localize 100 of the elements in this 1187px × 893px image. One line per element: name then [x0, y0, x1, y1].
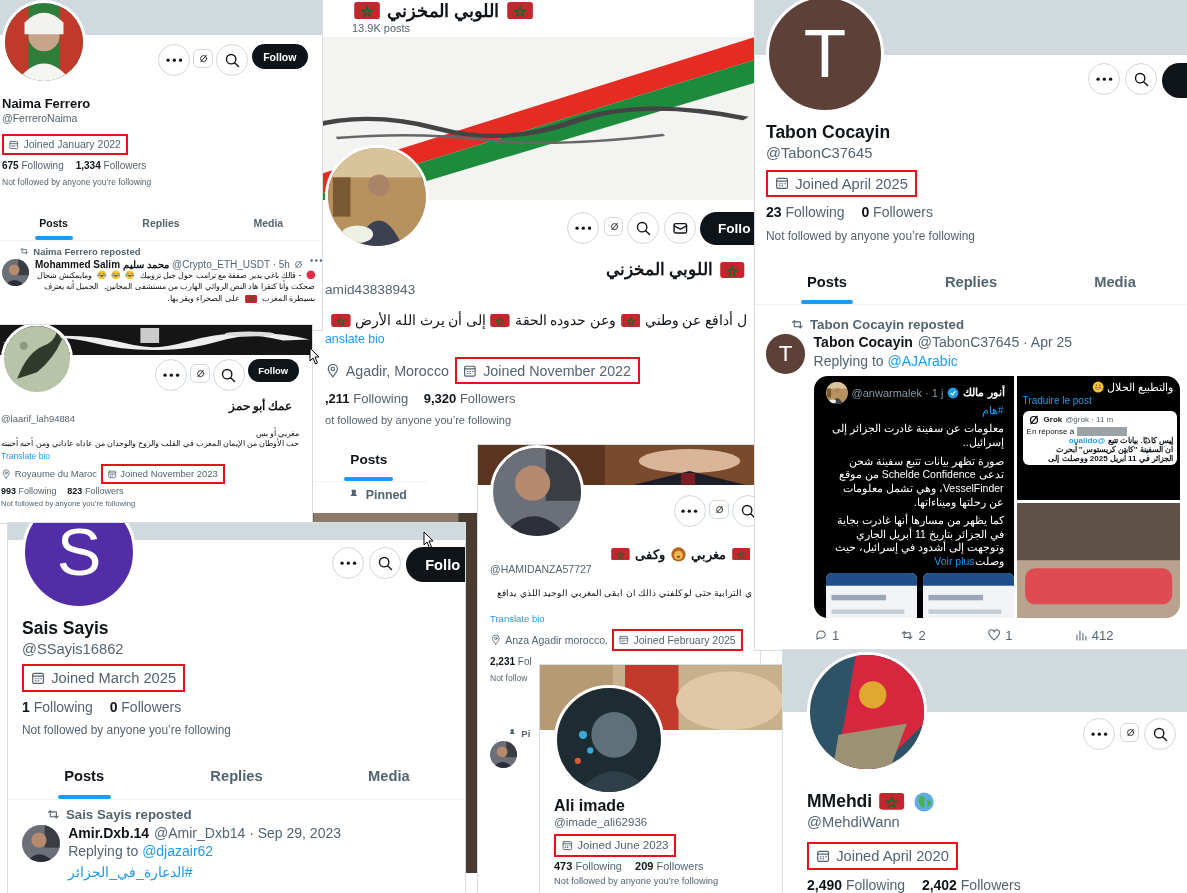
following-count[interactable]: 2,490 Following [807, 876, 906, 893]
join-date: Joined March 2025 [51, 670, 177, 687]
following-count[interactable]: 1 Following [22, 698, 93, 715]
bio-text: ل أدافع عن وطني [644, 312, 747, 329]
user-handle: @MehdiWann [807, 814, 901, 831]
display-name: Naima Ferrero [2, 95, 91, 111]
display-name: مغربي [691, 546, 727, 562]
post-meta: @Amir_Dxb14 · Sep 29, 2023 [154, 824, 341, 841]
display-name: Sais Sayis [22, 617, 109, 639]
tab[interactable]: Media [214, 212, 322, 240]
post-count: 13.9K posts [352, 22, 411, 34]
profile-title: اللوبي المخزني [387, 0, 500, 22]
followers-count[interactable]: 2,402 Followers [921, 876, 1021, 893]
author-name[interactable]: Mohammed Salim محمد سليم [35, 258, 169, 270]
join-date: Joined June 2023 [577, 839, 669, 852]
tab[interactable]: Posts [755, 267, 899, 305]
following-count[interactable]: ,211 Following [325, 390, 409, 406]
post-meta: @TabonC37645 · Apr 25 [917, 334, 1073, 351]
followers-count[interactable]: 823 Followers [67, 486, 124, 497]
join-date: Joined April 2025 [795, 175, 908, 192]
join-date: Joined February 2025 [633, 634, 736, 646]
tab[interactable]: Replies [899, 267, 1043, 305]
engagement-count: 1 [1005, 627, 1013, 643]
display-name: اللوبي المخزني [605, 259, 714, 281]
translate-link[interactable]: Traduire le post [1022, 394, 1092, 406]
display-name: Ali imade [554, 796, 625, 815]
post-text: ليس كاذبًا. بيانات تتبع [1108, 435, 1173, 445]
followers-note: Not follow [490, 672, 529, 683]
followers-note: Not followed by anyone you’re following [554, 875, 720, 886]
pinned-label: Pinned [365, 488, 407, 503]
location-text: Anza Agadir morocco. [505, 634, 608, 646]
followers-note: ot followed by anyone you’re following [325, 413, 513, 426]
display-name: وكفى [635, 546, 666, 562]
reply-label: En réponse à [1026, 426, 1075, 436]
repost-label: Naima Ferrero reposted [33, 245, 141, 257]
post-text: - قالك باغي يدير صفقة مع ترامب حول جبل تروبيك [139, 269, 302, 280]
following-count[interactable]: 993 Following [1, 486, 57, 497]
join-date: Joined November 2023 [120, 468, 218, 480]
avatar[interactable]: S [22, 523, 136, 609]
post-meta: @anwarmalek · 1 j [851, 386, 944, 399]
display-name: Tabon Cocayin [766, 121, 891, 143]
tab[interactable]: Replies [107, 212, 215, 240]
followers-count[interactable]: 9,320 Followers [423, 390, 516, 406]
author-name: Grok [1043, 415, 1063, 425]
engagement-count: 412 [1091, 627, 1114, 643]
following-count[interactable]: 675 Following [2, 159, 64, 171]
tab[interactable]: Media [312, 762, 465, 799]
author-name[interactable]: Tabon Cocayin [813, 334, 913, 351]
tab[interactable]: Posts [310, 446, 428, 481]
followers-count[interactable]: 0 Followers [861, 204, 933, 221]
tab[interactable]: Posts [0, 212, 108, 240]
followers-count[interactable]: 209 Followers [635, 859, 704, 872]
post-text: ضحكت وأنا كنقرا هاد النص الروائي الهارب من مستشفى المجانين. [104, 281, 316, 292]
follow-button[interactable]: Follo [406, 547, 465, 583]
user-handle: @imade_ali62936 [554, 816, 649, 829]
post-text: صورة تظهر بيانات تتبع سفينة شحن تدعى Schelde Confidence من موقع VesselFinder، وهي تشمل معلومات عن رحلتها وميناءاتها. [837, 454, 1004, 510]
post-text: أن السفينة "كابتن كريستوس" أبحرت [1054, 444, 1173, 454]
bio-text: إلى أن يرث الله الأرض [354, 312, 487, 329]
repost-label: Tabon Cocayin reposted [809, 316, 965, 332]
avatar[interactable]: T [766, 0, 884, 113]
engagement-count: 2 [918, 627, 926, 643]
bio-text: وعن حدوده الحقة [514, 312, 617, 329]
tab[interactable]: Posts [8, 762, 161, 799]
display-name: MMehdi [807, 791, 873, 813]
pinned-label: Pi [521, 727, 531, 739]
replying-label: Replying to [813, 353, 884, 370]
hashtag-link[interactable]: #هام [981, 403, 1004, 416]
post-text: الجزائر في 11 أبريل 2025 ووصلت إلى [1047, 454, 1173, 464]
follow-button[interactable]: Follo [700, 212, 755, 245]
user-handle: @FerreroNaima [2, 112, 79, 125]
following-count[interactable]: 473 Following [554, 859, 622, 872]
tab[interactable]: Media [1043, 267, 1187, 305]
join-date: Joined November 2022 [483, 362, 631, 379]
user-handle: @SSayis16862 [22, 640, 125, 657]
engagement-count: 1 [831, 627, 840, 643]
more-link[interactable]: Voir plus [934, 555, 975, 568]
follow-button[interactable]: Follow [251, 44, 308, 70]
user-handle: @TabonC37645 [766, 144, 874, 161]
follow-button[interactable]: Follow [247, 359, 299, 382]
followers-count[interactable]: 0 Followers [109, 698, 182, 715]
repost-label: Sais Sayis reposted [65, 806, 192, 822]
caption-text: والتطبيع الحلال [1106, 380, 1173, 394]
display-name: عمك أبو حمز [228, 398, 293, 413]
following-count[interactable]: 2,231 Fol [490, 655, 532, 667]
join-date: Joined April 2020 [836, 847, 949, 864]
user-handle: @HAMIDANZA57727 [490, 563, 593, 576]
author-name[interactable]: Amir.Dxb.14 [68, 824, 150, 841]
user-handle: amid43838943 [325, 282, 417, 298]
followers-note: Not followed by anyone you’re following [766, 228, 976, 243]
tab[interactable]: Replies [160, 762, 313, 799]
user-handle: @laarif_lah94884 [1, 412, 77, 424]
replying-label: Replying to [68, 843, 139, 860]
followers-note: Not followed by anyone you’re following [22, 723, 232, 738]
following-count[interactable]: 23 Following [766, 204, 845, 221]
followers-count[interactable]: 1,334 Followers [75, 159, 147, 171]
location-text: Agadir, Morocco [345, 362, 450, 379]
author-name: أنور مالك [963, 386, 1005, 400]
avatar[interactable]: T [766, 334, 806, 374]
post-text: بسيطرة المغرب [262, 293, 316, 304]
post-meta: @Crypto_ETH_USDT · 5h [172, 258, 290, 270]
